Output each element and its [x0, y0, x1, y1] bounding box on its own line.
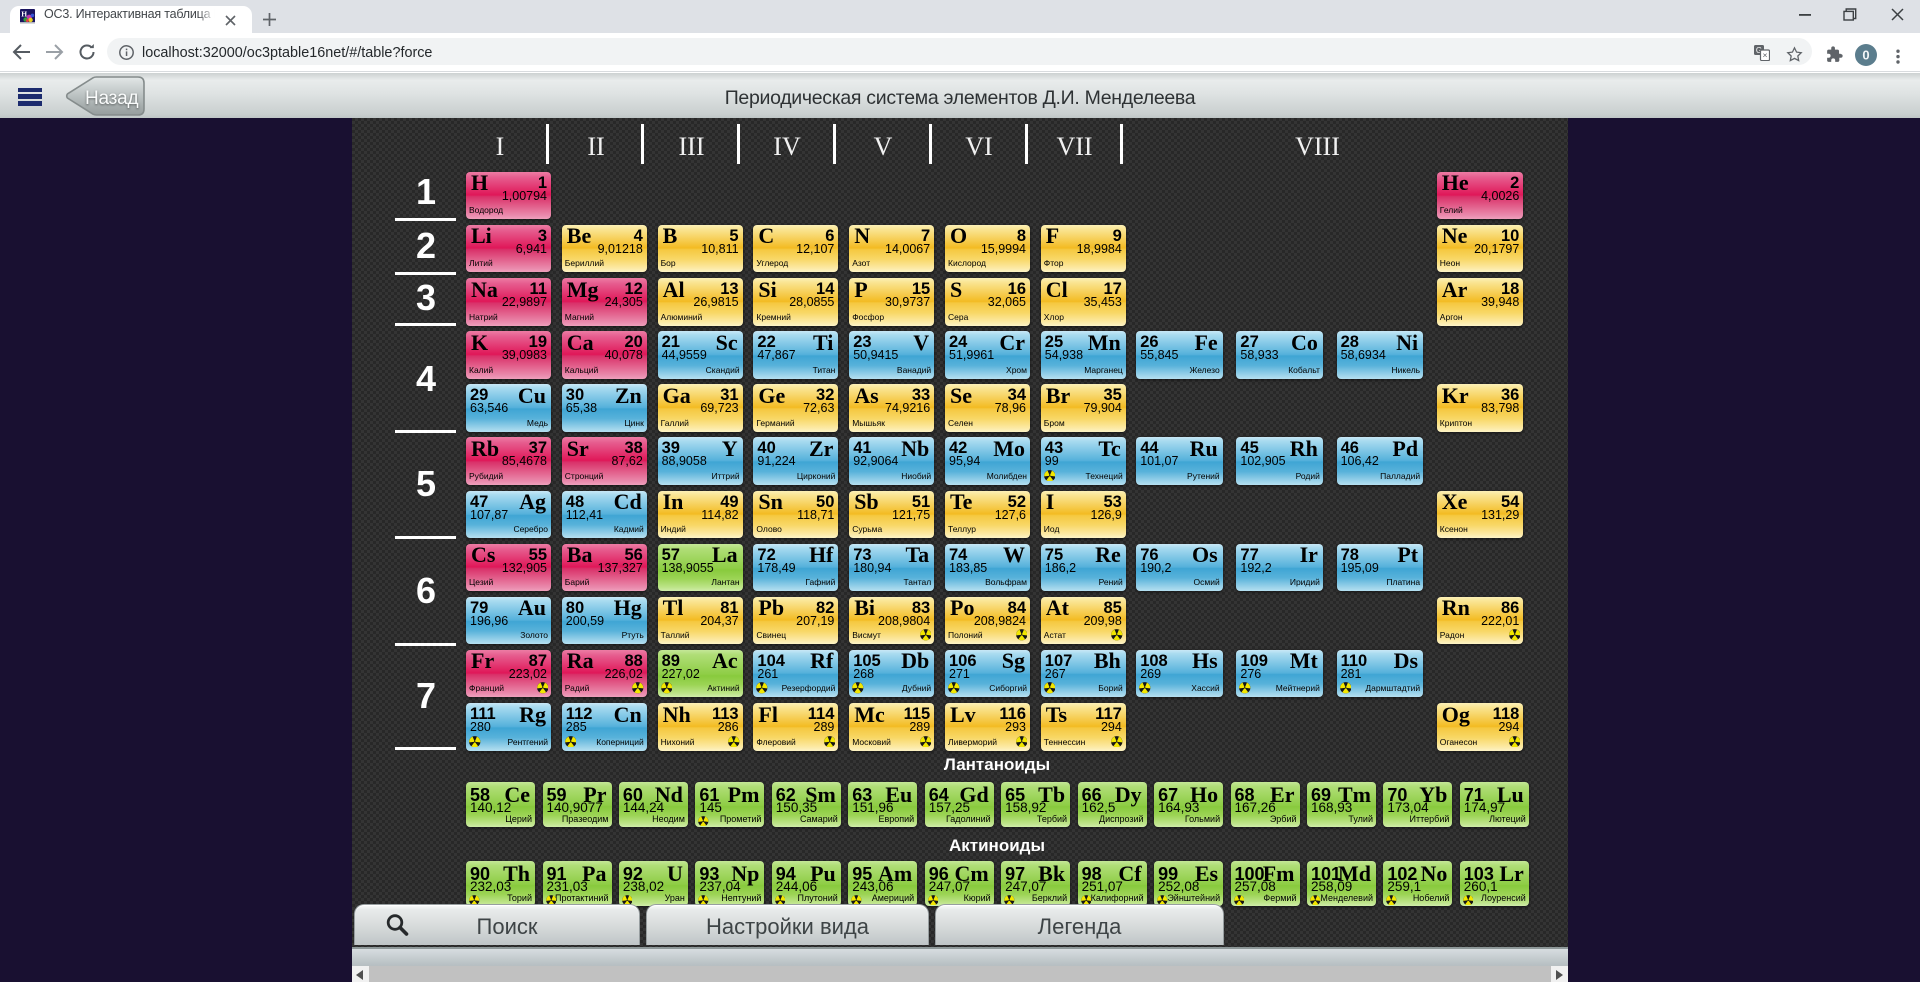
- svg-text:×: ×: [1762, 50, 1767, 60]
- svg-text:H: H: [21, 9, 27, 18]
- svg-text:0: 0: [1862, 48, 1869, 63]
